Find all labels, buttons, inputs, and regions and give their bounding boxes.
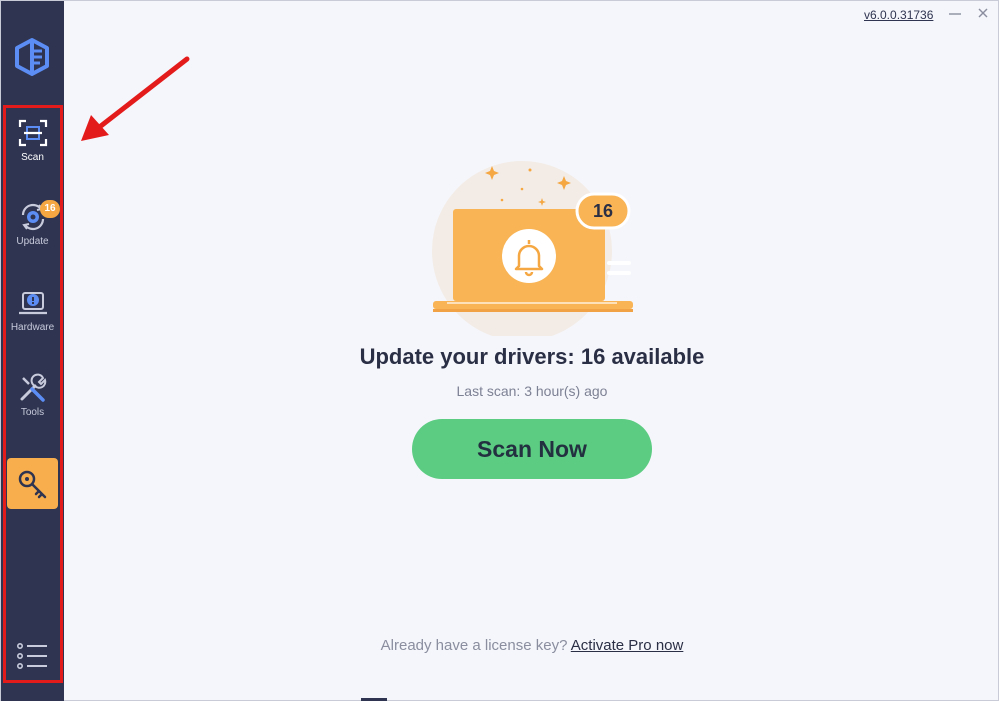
- license-prompt-text: Already have a license key?: [380, 637, 568, 654]
- scan-now-button[interactable]: Scan Now: [412, 419, 652, 479]
- license-prompt: Already have a license key? Activate Pro…: [64, 637, 999, 654]
- key-icon: [18, 470, 47, 499]
- scan-icon: [18, 119, 48, 147]
- sidebar-item-label: Hardware: [10, 322, 55, 333]
- sidebar: Scan 16 Update Hardware Tools: [1, 1, 64, 701]
- page-title: Update your drivers: 16 available: [359, 344, 705, 369]
- sidebar-item-label: Scan: [21, 152, 44, 163]
- last-scan-status: Last scan: 3 hour(s) ago: [456, 383, 608, 399]
- sidebar-item-update[interactable]: 16 Update: [7, 200, 60, 271]
- hero-count-badge: 16: [593, 201, 613, 221]
- minimize-icon[interactable]: [947, 7, 963, 21]
- hardware-icon: [19, 292, 47, 315]
- sidebar-item-label: Tools: [20, 407, 45, 418]
- app-logo-icon: [15, 38, 49, 76]
- version-link[interactable]: v6.0.0.31736: [864, 8, 933, 22]
- sidebar-item-tools[interactable]: Tools: [7, 372, 58, 442]
- update-count-badge: 16: [40, 200, 60, 218]
- close-icon[interactable]: [976, 6, 990, 20]
- tools-icon: [20, 373, 47, 402]
- sidebar-item-hardware[interactable]: Hardware: [7, 287, 58, 357]
- sidebar-item-scan[interactable]: Scan: [7, 117, 58, 187]
- app-window: Scan 16 Update Hardware Tools v6.0.0.317…: [0, 0, 999, 701]
- annotation-arrow-icon: [81, 56, 190, 141]
- activate-key-button[interactable]: [7, 458, 58, 509]
- sidebar-item-label: Update: [16, 236, 49, 247]
- activate-pro-link[interactable]: Activate Pro now: [571, 637, 684, 654]
- menu-list-icon[interactable]: [15, 642, 49, 670]
- laptop-notification-illustration: 16: [432, 161, 633, 336]
